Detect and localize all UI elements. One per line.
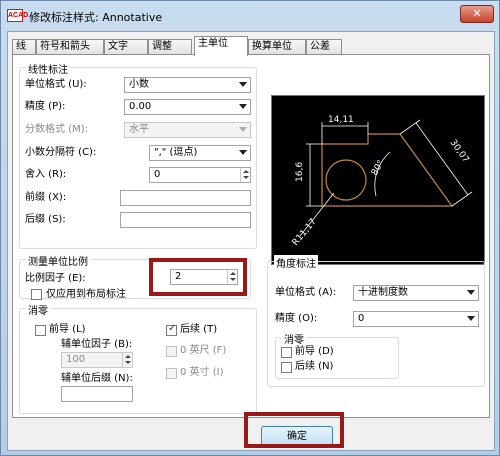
- ok-button-highlight: [244, 412, 344, 448]
- zero-feet-checkbox: [166, 346, 177, 357]
- precision-value: 0.00: [129, 101, 152, 112]
- scale-factor-highlight: [149, 258, 247, 296]
- prefix-label: 前缀 (X):: [25, 192, 67, 203]
- layout-only-label: 仅应用到布局标注: [46, 289, 126, 300]
- zero-suppression-title: 消零: [26, 302, 50, 317]
- tab-primary-units[interactable]: 主单位: [194, 36, 248, 56]
- preview-dim-left: 16,6: [295, 162, 305, 182]
- decimal-separator-label: 小数分隔符 (C):: [25, 147, 97, 158]
- spin-up-icon: [243, 170, 249, 173]
- chevron-down-icon: [467, 316, 475, 321]
- angular-precision-label: 精度 (O):: [275, 313, 318, 324]
- fraction-format-select: 水平: [124, 122, 251, 138]
- preview-circle: [325, 159, 367, 201]
- suffix-label: 后缀 (S):: [25, 214, 66, 225]
- round-off-label: 舍入 (R):: [25, 169, 67, 180]
- angular-leading-zero-checkbox[interactable]: [281, 347, 292, 358]
- close-button[interactable]: ✕: [460, 5, 494, 23]
- prefix-input[interactable]: [120, 190, 251, 206]
- preview-part-outline: [321, 133, 454, 207]
- zero-inch-checkbox: [166, 368, 177, 379]
- angular-unit-format-select[interactable]: 十进制度数: [353, 285, 479, 301]
- unit-format-value: 小数: [129, 79, 149, 90]
- dimension-preview: 14,11 16,6 30,07 80° R11,17: [271, 95, 485, 265]
- title-bar[interactable]: ACAD 修改标注样式: Annotative ✕: [1, 1, 499, 31]
- chevron-down-icon: [467, 290, 475, 295]
- angular-precision-value: 0: [358, 313, 365, 324]
- sub-unit-factor-input: 100: [61, 352, 133, 368]
- tab-tolerances[interactable]: 公差: [306, 39, 342, 55]
- spin-down-icon: [125, 361, 131, 364]
- chevron-down-icon: [239, 150, 247, 155]
- spin-down-icon: [243, 176, 249, 179]
- chevron-down-icon: [239, 104, 247, 109]
- preview-dim-angle: 80°: [370, 159, 387, 178]
- tab-fit[interactable]: 调整: [148, 39, 192, 55]
- linear-dimensions-title: 线性标注: [26, 61, 70, 76]
- angular-precision-select[interactable]: 0: [353, 311, 479, 327]
- fraction-format-value: 水平: [129, 124, 149, 135]
- decimal-separator-select[interactable]: "," (逗点): [149, 145, 251, 161]
- unit-format-select[interactable]: 小数: [124, 77, 251, 93]
- autocad-app-icon: ACAD: [7, 9, 28, 22]
- tab-text[interactable]: 文字: [104, 39, 148, 55]
- tab-lines[interactable]: 线: [12, 39, 36, 55]
- sub-unit-suffix-input[interactable]: [61, 386, 133, 402]
- round-off-spinner[interactable]: [240, 168, 250, 182]
- dialog-client: 线 符号和箭头 文字 调整 主单位 换算单位 公差 线性标注 单位格式 (U):…: [7, 31, 495, 451]
- precision-label: 精度 (P):: [25, 101, 66, 112]
- scale-factor-label: 比例因子 (E):: [25, 273, 86, 284]
- window-title: 修改标注样式: Annotative: [29, 11, 163, 24]
- angular-zero-suppression-title: 消零: [282, 331, 306, 346]
- chevron-down-icon: [239, 127, 247, 132]
- angular-unit-format-value: 十进制度数: [358, 287, 408, 298]
- fraction-format-label: 分数格式 (M):: [25, 124, 88, 135]
- measurement-scale-title: 测量单位比例: [26, 253, 90, 268]
- leading-zero-label: 前导 (L): [49, 324, 86, 335]
- angular-trailing-zero-checkbox[interactable]: [281, 362, 292, 373]
- trailing-zero-checkbox[interactable]: [166, 323, 177, 336]
- round-off-input[interactable]: 0: [149, 167, 251, 183]
- angular-dimensions-title: 角度标注: [274, 255, 318, 270]
- preview-dim-right: 30,07: [448, 138, 471, 165]
- sub-unit-factor-label: 辅单位因子 (B):: [61, 339, 133, 350]
- preview-dim-radius: R11,17: [291, 217, 319, 248]
- decimal-separator-value: "," (逗点): [154, 147, 198, 158]
- preview-drawing: 14,11 16,6 30,07 80° R11,17: [291, 115, 473, 248]
- tab-alternate-units[interactable]: 换算单位: [248, 39, 306, 55]
- spin-up-icon: [125, 355, 131, 358]
- trailing-zero-label: 后续 (T): [180, 324, 218, 335]
- angular-leading-zero-label: 前导 (D): [295, 346, 334, 357]
- suffix-input[interactable]: [120, 212, 251, 228]
- angular-trailing-zero-label: 后续 (N): [295, 361, 334, 372]
- preview-dim-top: 14,11: [328, 115, 354, 125]
- leading-zero-checkbox[interactable]: [35, 325, 46, 336]
- layout-only-checkbox[interactable]: [31, 289, 42, 300]
- close-icon: ✕: [472, 7, 482, 20]
- unit-format-label: 单位格式 (U):: [25, 79, 87, 90]
- zero-feet-label: 0 英尺 (F): [180, 345, 227, 356]
- tab-panel: 线性标注 单位格式 (U): 小数 精度 (P): 0.00 分数格式 (M):…: [12, 54, 490, 418]
- sub-unit-factor-spinner: [122, 353, 132, 367]
- tab-symbols-arrows[interactable]: 符号和箭头: [36, 39, 104, 55]
- chevron-down-icon: [239, 82, 247, 87]
- angular-unit-format-label: 单位格式 (A):: [275, 287, 337, 298]
- precision-select[interactable]: 0.00: [124, 99, 251, 115]
- zero-inch-label: 0 英寸 (I): [180, 367, 224, 378]
- angular-zero-suppression-group: 消零: [275, 331, 399, 379]
- sub-unit-suffix-label: 辅单位后缀 (N):: [61, 373, 133, 384]
- sub-unit-factor-value: 100: [66, 354, 86, 365]
- round-off-value: 0: [154, 169, 161, 180]
- dialog-window: ACAD 修改标注样式: Annotative ✕ 线 符号和箭头 文字 调整 …: [0, 0, 500, 456]
